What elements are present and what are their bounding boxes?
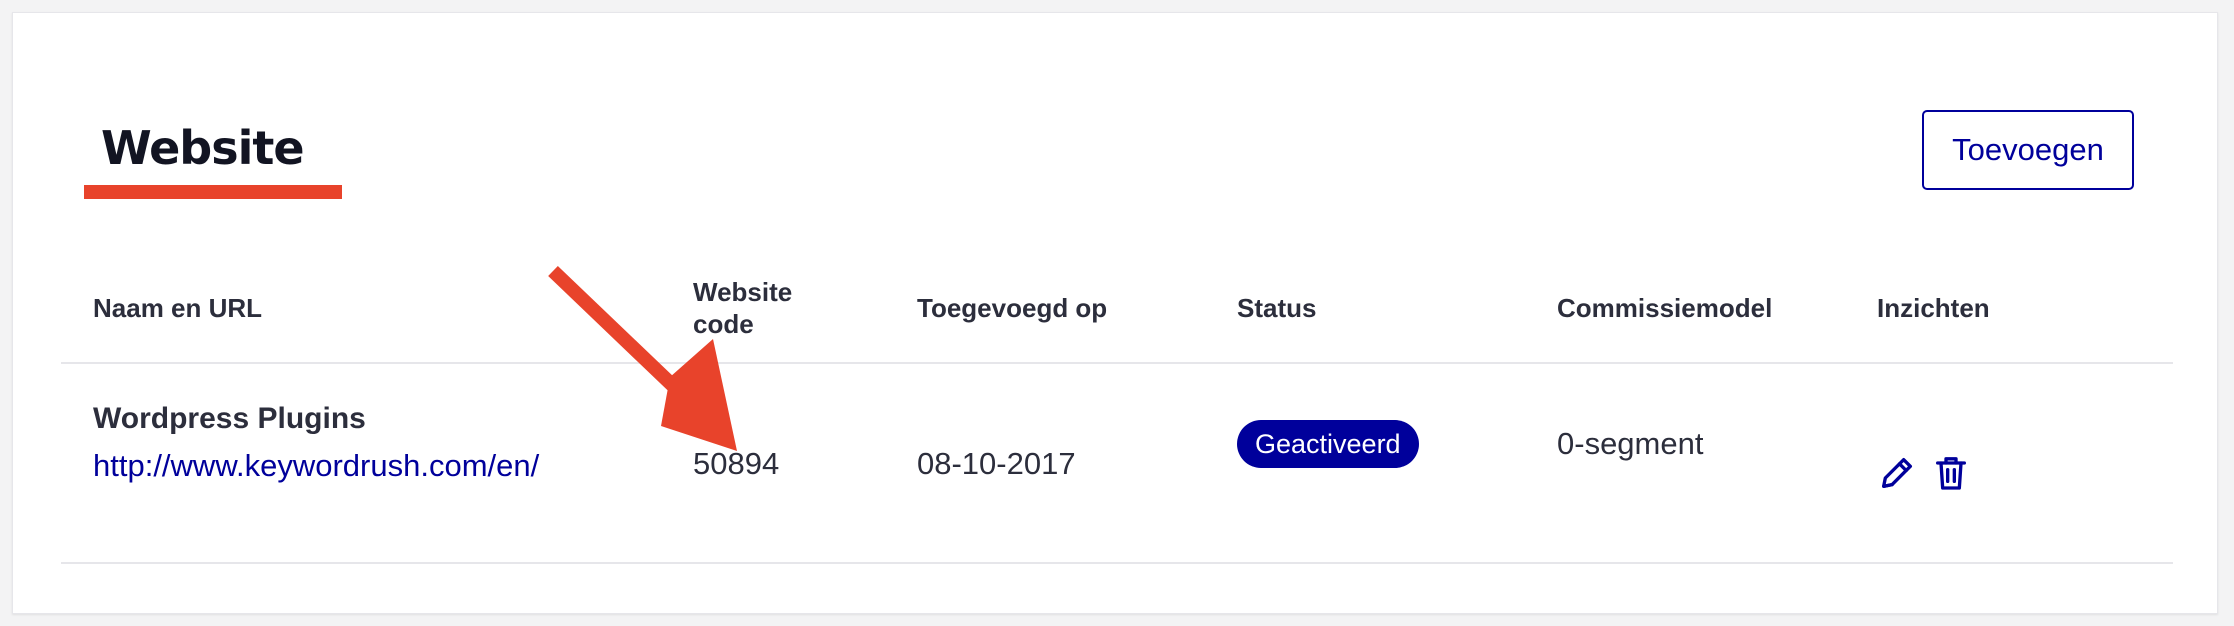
added-date: 08-10-2017 (917, 446, 1076, 481)
column-header-added: Toegevoegd op (917, 293, 1108, 323)
red-arrow-icon (548, 265, 737, 451)
section-title: Website (101, 121, 305, 175)
trash-icon[interactable] (1931, 453, 1971, 493)
header-divider (61, 362, 2173, 364)
site-name: Wordpress Plugins (93, 402, 366, 435)
site-url-link[interactable]: http://www.keywordrush.com/en/ (93, 448, 539, 484)
column-header-status: Status (1237, 293, 1317, 323)
status-badge: Geactiveerd (1237, 420, 1419, 468)
add-website-button[interactable]: Toevoegen (1922, 110, 2134, 190)
column-header-name: Naam en URL (93, 293, 263, 323)
title-underline (84, 185, 342, 199)
row-divider (61, 562, 2173, 564)
column-header-commission: Commissiemodel (1557, 293, 1773, 323)
commission-model: 0-segment (1557, 426, 1704, 461)
website-card: Website Toevoegen Naam en URL Website co… (12, 12, 2218, 614)
pencil-icon[interactable] (1877, 453, 1917, 493)
column-header-insights: Inzichten (1877, 293, 1990, 323)
